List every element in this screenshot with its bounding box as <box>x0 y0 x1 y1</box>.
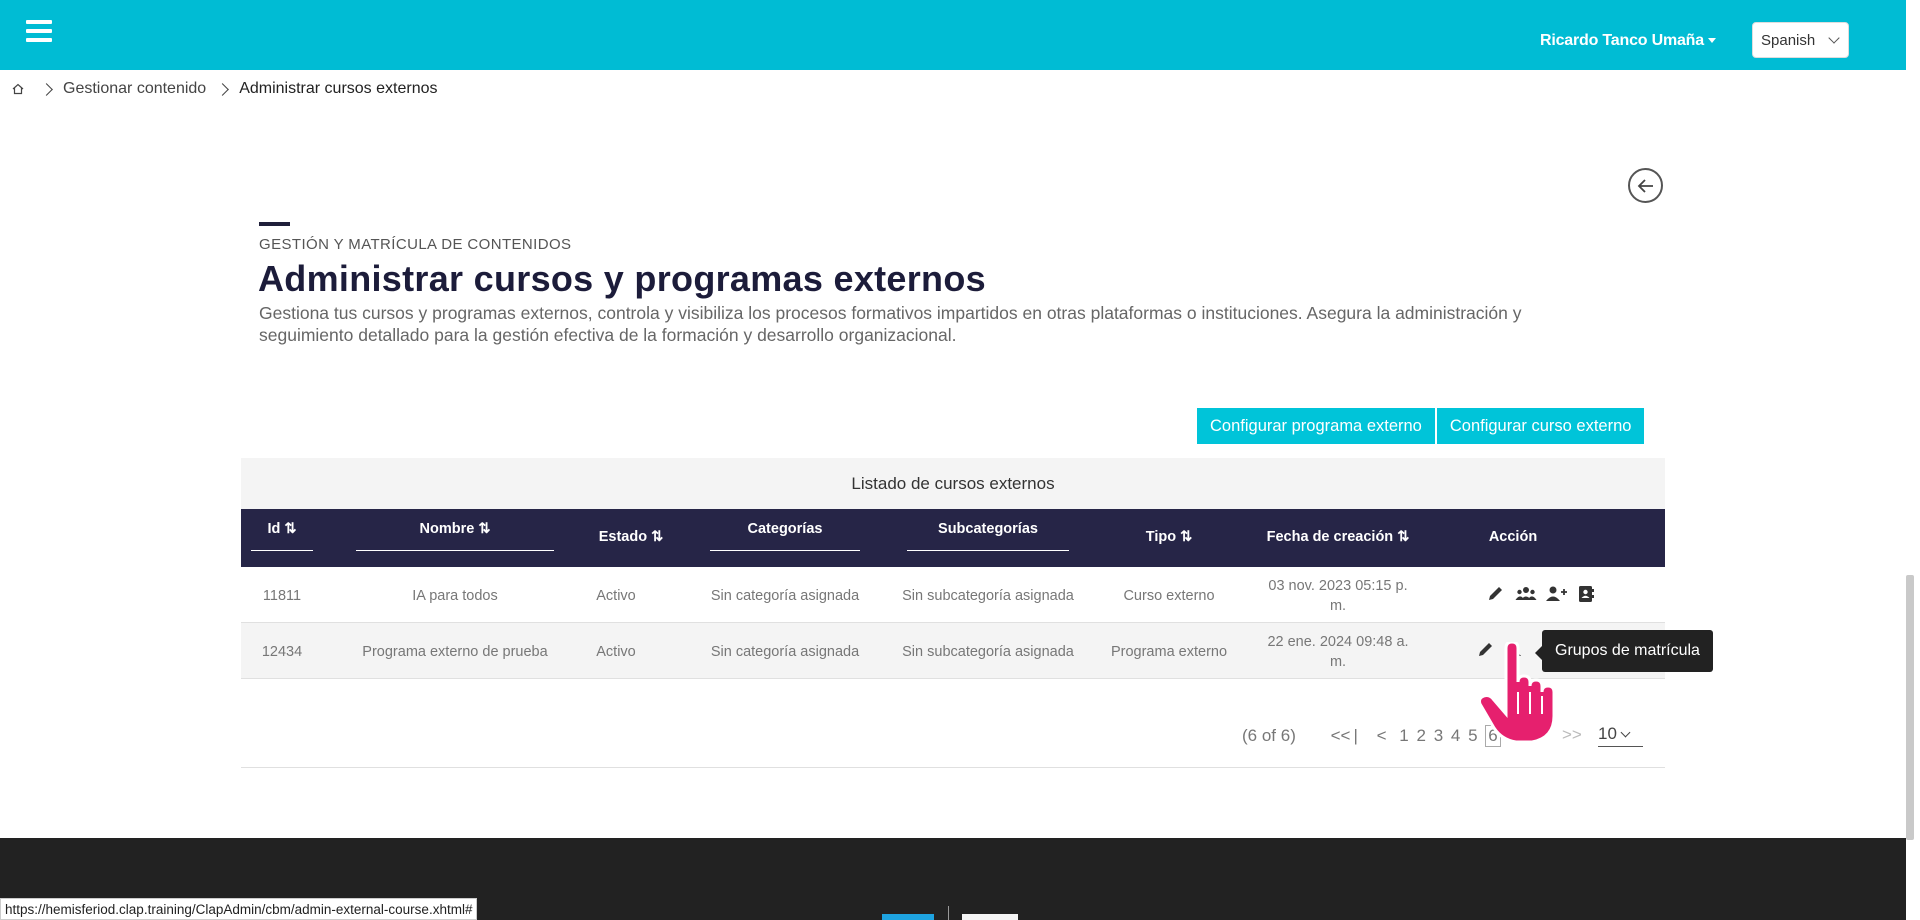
cell-subcategory: Sin subcategoría asignada <box>902 588 1074 604</box>
cell-id: 12434 <box>261 644 303 660</box>
pagination: (6 of 6) << | < 1 2 3 4 5 6 <box>1242 725 1504 747</box>
pagination-next-controls: >> <box>1562 725 1585 745</box>
back-button[interactable] <box>1628 168 1663 203</box>
page-2[interactable]: 2 <box>1416 726 1425 746</box>
column-categories[interactable]: Categorías <box>710 521 860 551</box>
column-status-label: Estado ⇅ <box>598 529 664 545</box>
rows-per-page-value: 10 <box>1598 724 1617 743</box>
cell-created: 22 ene. 2024 09:48 a. m. <box>1267 634 1409 670</box>
column-action-label: Acción <box>1488 529 1538 545</box>
breadcrumb-item-manage-content[interactable]: Gestionar contenido <box>63 80 206 98</box>
cell-id: 11811 <box>262 588 302 604</box>
page-4[interactable]: 4 <box>1451 726 1460 746</box>
column-created-label: Fecha de creación ⇅ <box>1266 529 1410 545</box>
divider <box>241 767 1665 768</box>
status-bar-url: https://hemisferiod.clap.training/ClapAd… <box>0 898 478 920</box>
language-value: Spanish <box>1761 32 1816 49</box>
edit-icon[interactable] <box>1485 584 1507 604</box>
caret-down-icon <box>1707 38 1716 44</box>
page-3[interactable]: 3 <box>1434 726 1443 746</box>
configure-external-program-button[interactable]: Configurar programa externo <box>1197 408 1435 444</box>
cell-status: Activo <box>596 588 636 604</box>
column-id-label: Id ⇅ <box>267 521 297 537</box>
column-name-label: Nombre ⇅ <box>419 521 491 537</box>
action-buttons: Configurar programa externo Configurar c… <box>1197 408 1646 444</box>
column-type-label: Tipo ⇅ <box>1145 529 1193 545</box>
cell-status: Activo <box>596 644 636 660</box>
first-page-button[interactable]: << <box>1331 726 1351 746</box>
table-row: 12434 Programa externo de prueba Activo … <box>241 623 1665 679</box>
table-caption: Listado de cursos externos <box>241 458 1665 509</box>
table-row: 11811 IA para todos Activo Sin categoría… <box>241 567 1665 623</box>
chevron-down-icon <box>1828 32 1840 44</box>
footer-separator <box>948 906 949 920</box>
cell-name: IA para todos <box>412 588 498 604</box>
page-5[interactable]: 5 <box>1468 726 1477 746</box>
page-1[interactable]: 1 <box>1399 726 1408 746</box>
column-subcategories-label: Subcategorías <box>938 521 1038 537</box>
enrollment-groups-icon[interactable] <box>1515 584 1537 604</box>
column-id[interactable]: Id ⇅ <box>251 521 313 551</box>
row-actions <box>1485 584 1597 604</box>
column-created[interactable]: Fecha de creación ⇅ <box>1253 529 1423 545</box>
cell-category: Sin categoría asignada <box>710 588 860 604</box>
column-action: Acción <box>1453 529 1573 545</box>
cell-created: 03 nov. 2023 05:15 p. m. <box>1268 578 1408 614</box>
page-description: Gestiona tus cursos y programas externos… <box>259 303 1522 345</box>
configure-external-course-button[interactable]: Configurar curso externo <box>1436 408 1645 444</box>
user-menu[interactable]: Ricardo Tanco Umaña <box>1540 32 1716 50</box>
cell-category: Sin categoría asignada <box>710 644 860 660</box>
breadcrumb-item-current: Administrar cursos externos <box>239 80 438 97</box>
prev-page-button[interactable]: < <box>1377 726 1387 746</box>
arrow-left-icon <box>1637 179 1653 193</box>
chevron-right-icon <box>216 82 230 96</box>
column-subcategories[interactable]: Subcategorías <box>907 521 1069 551</box>
footer-link[interactable] <box>882 914 934 920</box>
last-page-button[interactable]: >> <box>1562 725 1582 745</box>
footer-link[interactable] <box>962 914 1018 920</box>
breadcrumb: Gestionar contenido Administrar cursos e… <box>12 80 438 98</box>
rows-per-page-select[interactable]: 10 <box>1598 724 1643 747</box>
column-name[interactable]: Nombre ⇅ <box>356 521 554 551</box>
cell-name: Programa externo de prueba <box>362 644 548 660</box>
scrollbar[interactable] <box>1906 575 1914 840</box>
column-status[interactable]: Estado ⇅ <box>591 529 671 545</box>
external-courses-table: Listado de cursos externos Id ⇅ Nombre ⇅… <box>241 458 1665 768</box>
column-type[interactable]: Tipo ⇅ <box>1119 529 1219 545</box>
add-user-icon[interactable] <box>1545 584 1567 604</box>
column-categories-label: Categorías <box>747 521 823 537</box>
table-header: Id ⇅ Nombre ⇅ Estado ⇅ Categorías Subcat… <box>241 509 1665 567</box>
chevron-down-icon <box>1620 727 1631 738</box>
contact-book-icon[interactable] <box>1575 584 1597 604</box>
menu-icon[interactable] <box>26 20 54 46</box>
cell-subcategory: Sin subcategoría asignada <box>902 644 1074 660</box>
title-accent <box>259 222 290 226</box>
tooltip: Grupos de matrícula <box>1535 630 1713 672</box>
home-icon[interactable] <box>12 83 24 95</box>
language-select[interactable]: Spanish <box>1752 22 1849 58</box>
chevron-right-icon <box>40 82 53 96</box>
cell-type: Curso externo <box>1123 588 1215 604</box>
page-kicker: GESTIÓN Y MATRÍCULA DE CONTENIDOS <box>259 236 572 253</box>
pagination-summary: (6 of 6) <box>1242 726 1296 745</box>
top-bar: Ricardo Tanco Umaña Spanish <box>0 0 1906 70</box>
hand-cursor-icon <box>1478 642 1556 744</box>
page-title: Administrar cursos y programas externos <box>258 258 986 299</box>
user-name: Ricardo Tanco Umaña <box>1540 32 1704 49</box>
cell-type: Programa externo <box>1110 644 1228 660</box>
